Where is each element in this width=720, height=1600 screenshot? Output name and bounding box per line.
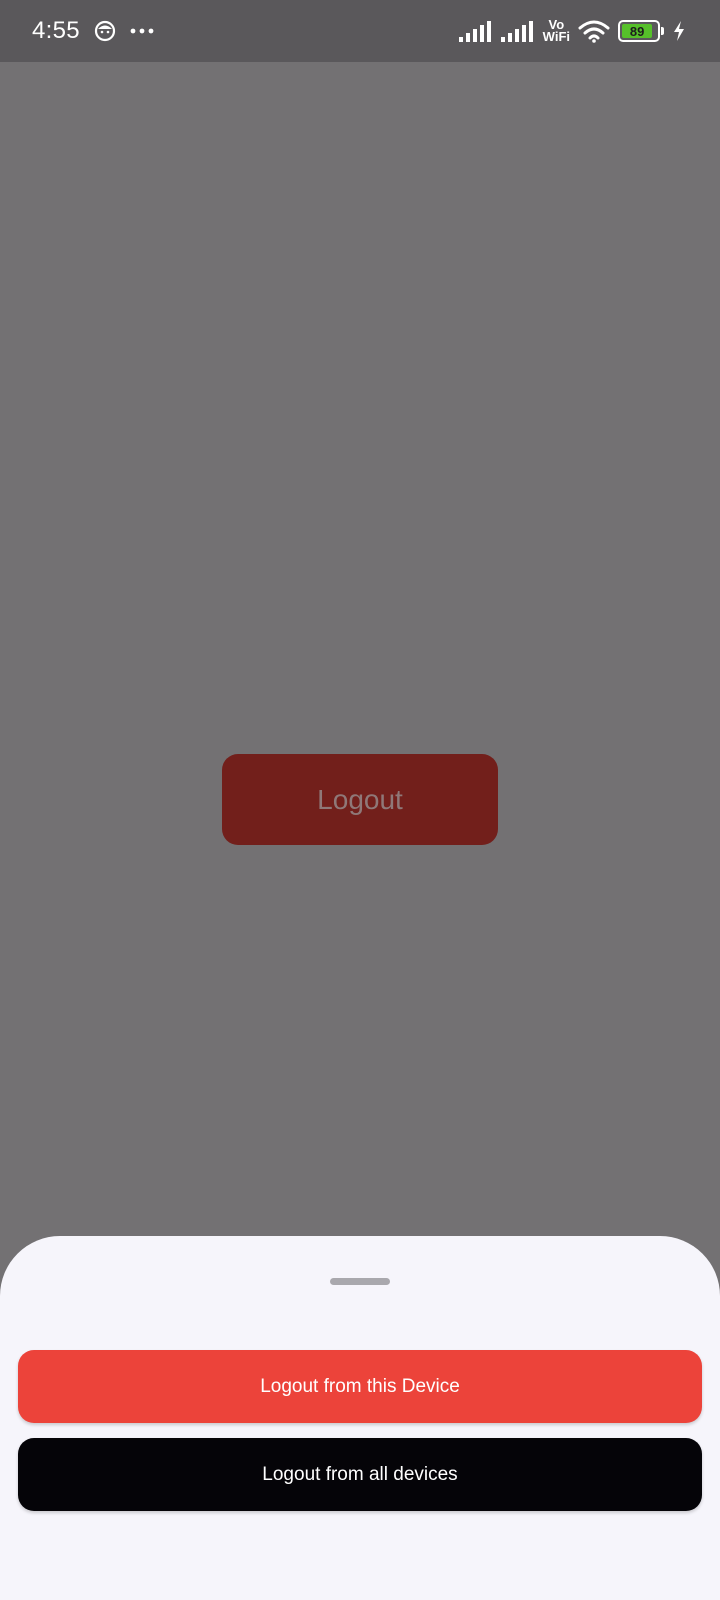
- logout-button: Logout: [222, 754, 498, 845]
- status-time: 4:55: [32, 17, 80, 44]
- signal-icon: [458, 21, 491, 42]
- more-dots-icon: [130, 28, 154, 34]
- signal-icon: [500, 21, 533, 42]
- logout-all-devices-button[interactable]: Logout from all devices: [18, 1438, 702, 1511]
- wifi-icon: [578, 20, 610, 43]
- bottom-sheet: Logout from this Device Logout from all …: [0, 1236, 720, 1600]
- status-bar: 4:55 Vo WiFi 89: [0, 0, 720, 62]
- logout-this-device-button[interactable]: Logout from this Device: [18, 1350, 702, 1423]
- battery-cap: [661, 27, 664, 35]
- vowifi-indicator: Vo WiFi: [542, 18, 570, 44]
- battery-body: 89: [618, 20, 660, 42]
- battery-icon: 89: [618, 20, 664, 42]
- charging-bolt-icon: [674, 21, 684, 41]
- status-left: 4:55: [32, 17, 154, 45]
- status-right: Vo WiFi 89: [458, 18, 686, 44]
- battery-level: 89: [629, 23, 645, 39]
- face-app-icon: [94, 20, 116, 42]
- vowifi-bottom: WiFi: [542, 29, 570, 44]
- battery-fill: 89: [622, 23, 653, 39]
- drag-handle[interactable]: [330, 1278, 390, 1285]
